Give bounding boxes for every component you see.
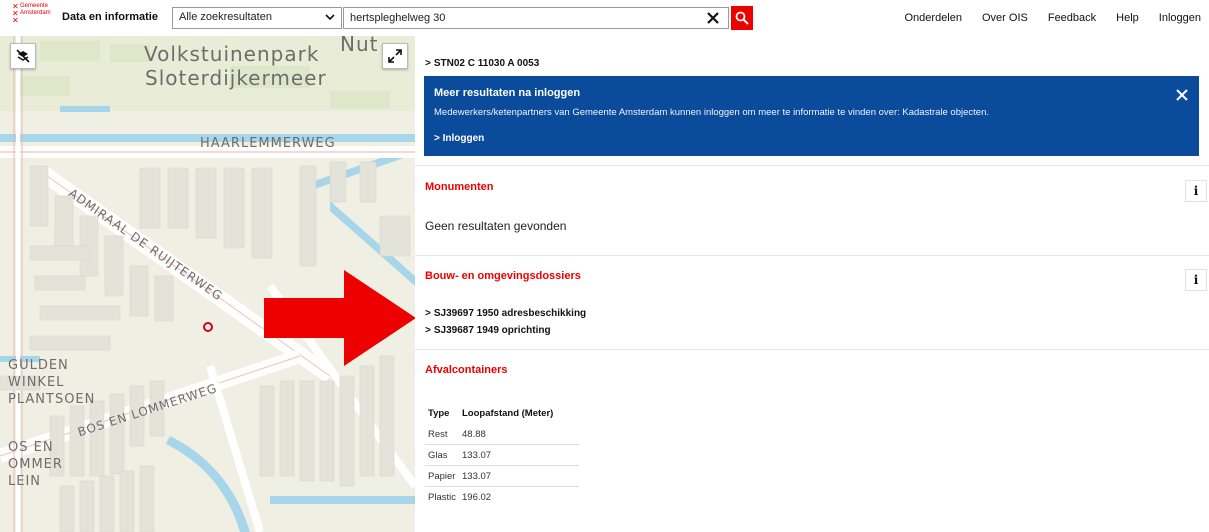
map-fullscreen-button[interactable] — [382, 43, 408, 69]
dossiers-info-button[interactable]: i — [1185, 269, 1207, 291]
expand-icon — [388, 49, 402, 63]
logo-cross-icon: ✕ — [12, 16, 19, 25]
table-row: Plastic 196.02 — [425, 487, 579, 508]
logo-text: Gemeente Amsterdam — [20, 3, 51, 16]
results-panel: > STN02 C 11030 A 0053 Meer resultaten na… — [415, 36, 1209, 532]
column-header-loopafstand: Loopafstand (Meter) — [462, 407, 554, 419]
column-header-type: Type — [428, 407, 450, 419]
close-icon[interactable] — [1175, 88, 1189, 102]
nav-onderdelen[interactable]: Onderdelen — [905, 12, 963, 24]
login-link[interactable]: > Inloggen — [434, 133, 484, 144]
table-cell: 196.02 — [462, 492, 492, 503]
nav-inloggen[interactable]: Inloggen — [1159, 12, 1201, 24]
search-input[interactable] — [343, 7, 729, 29]
monumenten-info-button[interactable]: i — [1185, 180, 1207, 202]
section-divider — [415, 255, 1209, 256]
table-cell: Papier — [428, 470, 456, 482]
kadastraal-object-link[interactable]: > STN02 C 11030 A 0053 — [425, 58, 539, 69]
search-button[interactable] — [731, 6, 753, 30]
section-title-dossiers: Bouw- en omgevingsdossiers — [425, 270, 581, 282]
section-title-afvalcontainers: Afvalcontainers — [425, 364, 508, 376]
chevron-right-icon: > — [425, 58, 431, 69]
app-title[interactable]: Data en informatie — [62, 11, 158, 23]
top-navigation: Onderdelen Over OIS Feedback Help Inlogg… — [905, 12, 1202, 24]
map-label-park: Sloterdijkermeer — [145, 66, 327, 90]
dossier-link[interactable]: > SJ39697 1950 adresbeschikking — [425, 308, 586, 319]
search-icon — [735, 11, 749, 25]
table-row: Glas 133.07 — [425, 445, 579, 466]
map-label-park: OS EN — [8, 440, 54, 455]
nav-over-ois[interactable]: Over OIS — [982, 12, 1028, 24]
login-info-text: Medewerkers/ketenpartners van Gemeente A… — [434, 107, 989, 118]
gemeente-amsterdam-logo[interactable]: ✕ ✕ ✕ Gemeente Amsterdam — [12, 3, 51, 33]
dossier-link[interactable]: > SJ39687 1949 oprichting — [425, 325, 551, 336]
section-divider — [415, 349, 1209, 350]
monumenten-empty-text: Geen resultaten gevonden — [425, 219, 567, 233]
map-label-park: OMMER — [8, 457, 63, 472]
table-cell: 133.07 — [462, 470, 492, 482]
map-label-park: Volkstuinenpark — [144, 42, 320, 66]
map-layers-toggle-button[interactable] — [10, 43, 36, 69]
nav-feedback[interactable]: Feedback — [1048, 12, 1096, 24]
chevron-right-icon: > — [434, 133, 440, 144]
map-label-park: GULDEN — [8, 358, 69, 373]
table-cell: 48.88 — [462, 428, 486, 440]
map-label-nut: Nut — [340, 36, 379, 56]
chevron-right-icon: > — [425, 308, 431, 319]
table-cell: Plastic — [428, 492, 456, 503]
layers-off-icon — [16, 49, 30, 63]
chevron-down-icon — [325, 14, 335, 21]
map-label-park: LEIN — [8, 474, 42, 489]
table-header: Type Loopafstand (Meter) — [425, 402, 579, 424]
section-title-monumenten: Monumenten — [425, 181, 494, 193]
search-scope-value: Alle zoekresultaten — [179, 11, 272, 23]
login-info-title: Meer resultaten na inloggen — [434, 87, 581, 99]
section-divider — [415, 165, 1209, 166]
afvalcontainers-table: Type Loopafstand (Meter) Rest 48.88 Glas… — [425, 402, 579, 508]
table-cell: Rest — [428, 428, 448, 440]
nav-help[interactable]: Help — [1116, 12, 1139, 24]
map-label-street: HAARLEMMERWEG — [200, 136, 336, 151]
map-view[interactable]: Volkstuinenpark Sloterdijkermeer Nut HAA… — [0, 36, 415, 532]
map-label-park: PLANTSOEN — [8, 392, 96, 407]
map-label-park: WINKEL — [8, 375, 65, 390]
chevron-right-icon: > — [425, 325, 431, 336]
table-row: Papier 133.07 — [425, 466, 579, 487]
clear-search-icon[interactable] — [705, 10, 721, 26]
red-arrow-icon — [264, 270, 415, 366]
login-info-box: Meer resultaten na inloggen Medewerkers/… — [424, 76, 1199, 156]
app-header: ✕ ✕ ✕ Gemeente Amsterdam Data en informa… — [0, 0, 1209, 36]
search-scope-select[interactable]: Alle zoekresultaten — [172, 7, 342, 29]
table-row: Rest 48.88 — [425, 424, 579, 445]
table-cell: Glas — [428, 449, 448, 461]
table-cell: 133.07 — [462, 449, 492, 461]
